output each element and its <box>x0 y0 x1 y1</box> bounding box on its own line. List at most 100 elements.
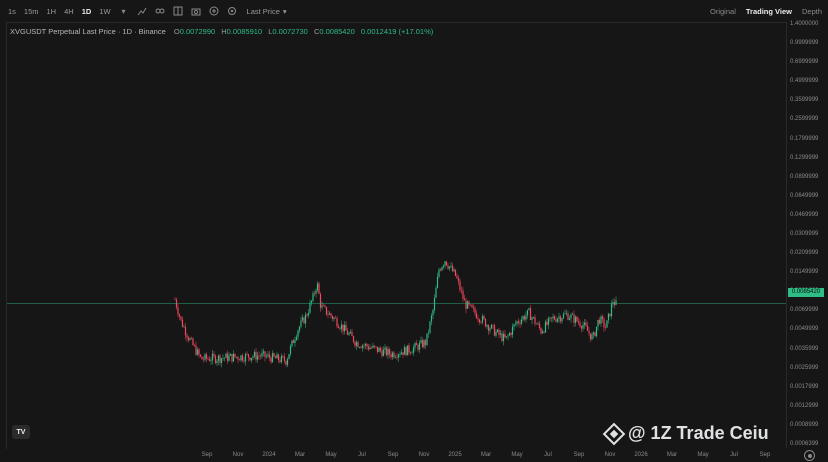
candle-body <box>559 316 562 322</box>
candle-body <box>421 340 424 348</box>
price-axis-label: 0.0017999 <box>790 383 819 390</box>
candle-body <box>615 300 617 305</box>
candle-body <box>249 357 251 361</box>
candle-body <box>223 357 226 359</box>
candle-body <box>331 316 334 319</box>
candle-body <box>316 283 319 291</box>
candle-body <box>456 275 458 279</box>
timeframe-1s[interactable]: 1s <box>4 7 20 16</box>
candle-body <box>502 333 505 342</box>
time-axis-label: May <box>697 452 709 458</box>
time-axis-label: Jul <box>544 452 552 458</box>
tradingview-logo[interactable]: TV <box>12 425 30 439</box>
time-axis-label: Nov <box>418 452 430 458</box>
layout-icon[interactable] <box>172 5 184 17</box>
candle-body <box>460 290 463 291</box>
chart-pane[interactable] <box>6 22 787 449</box>
candle-body <box>607 313 610 321</box>
camera-icon[interactable] <box>190 5 202 17</box>
candle-body <box>423 340 425 348</box>
timeframe-4h[interactable]: 4H <box>60 7 78 16</box>
candle-body <box>412 347 415 353</box>
candle-body <box>202 359 205 360</box>
candle-body <box>288 354 290 360</box>
candle-body <box>498 329 500 335</box>
view-original[interactable]: Original <box>710 7 736 16</box>
timeframe-1h[interactable]: 1H <box>43 7 61 16</box>
candle-body <box>334 317 337 319</box>
candle-body <box>468 301 470 305</box>
candle-body <box>264 351 266 357</box>
watermark-text: @ 1Z Trade Ceiu <box>628 423 769 443</box>
candle-body <box>573 314 575 323</box>
view-trading-view[interactable]: Trading View <box>746 7 792 16</box>
candle-body <box>297 330 299 337</box>
candle-body <box>448 266 451 269</box>
candle-body <box>466 301 469 309</box>
candle-body <box>438 269 440 277</box>
candle-body <box>526 309 529 316</box>
candle-body <box>379 347 382 351</box>
candle-body <box>195 345 197 355</box>
high-value: 0.0085910 <box>226 27 263 36</box>
candle-body <box>184 326 187 336</box>
candle-body <box>325 306 328 315</box>
candle-body <box>594 332 596 337</box>
time-axis-label: Sep <box>573 452 585 458</box>
candle-body <box>574 316 577 323</box>
candle-body <box>552 316 554 319</box>
view-depth[interactable]: Depth <box>802 7 822 16</box>
candle-body <box>349 331 352 334</box>
close-value: 0.0085420 <box>319 27 355 36</box>
timeframe-15m[interactable]: 15m <box>20 7 43 16</box>
candle-body <box>199 354 202 357</box>
candle-body <box>585 322 587 326</box>
candle-body <box>490 324 493 329</box>
candle-body <box>310 300 313 303</box>
view-switcher: Original Trading View Depth <box>710 0 822 22</box>
timeframe-1w[interactable]: 1W <box>95 7 114 16</box>
settings-icon[interactable] <box>226 5 238 17</box>
price-axis-label: 1.4000000 <box>790 21 819 27</box>
candle-body <box>240 355 242 361</box>
candle-body <box>493 325 496 336</box>
candle-body <box>543 331 545 333</box>
candle-body <box>381 350 383 357</box>
candle-body <box>403 347 406 355</box>
candle-body <box>436 276 439 289</box>
candle-body <box>604 327 607 329</box>
time-axis-label: Jul <box>730 452 738 458</box>
candle-body <box>507 335 509 337</box>
price-axis-label: 0.2599999 <box>790 116 819 123</box>
candle-body <box>369 347 371 350</box>
candle-body <box>409 352 412 354</box>
candle-body <box>426 333 428 346</box>
compare-icon[interactable] <box>154 5 166 17</box>
candle-body <box>414 343 416 348</box>
price-axis-label: 0.0309999 <box>790 231 819 237</box>
timeframe-dropdown-icon[interactable]: ▾ <box>118 5 130 17</box>
candle-body <box>609 313 611 317</box>
candle-body <box>520 319 523 324</box>
price-axis-label: 0.0899999 <box>790 173 819 180</box>
candle-body <box>259 355 262 357</box>
candle-body <box>375 346 377 348</box>
indicators-icon[interactable] <box>136 5 148 17</box>
price-axis-label: 0.6999999 <box>790 59 819 66</box>
candle-body <box>435 288 437 298</box>
add-alert-icon[interactable] <box>208 5 220 17</box>
axis-settings-icon[interactable] <box>804 450 815 461</box>
candle-body <box>307 312 310 316</box>
change-value: 0.0012419 (+17.01%) <box>360 27 434 36</box>
price-axis-label: 0.1299999 <box>790 154 819 161</box>
candle-body <box>253 351 256 357</box>
candle-body <box>405 347 407 356</box>
price-source-select[interactable]: Last Price ▾ <box>247 7 287 16</box>
candle-body <box>205 354 208 359</box>
candle-body <box>207 358 209 360</box>
timeframe-1d[interactable]: 1D <box>78 7 96 16</box>
time-axis-label: May <box>511 452 523 458</box>
candle-body <box>417 345 419 350</box>
price-axis-label: 0.0049999 <box>790 326 819 333</box>
candle-body <box>528 308 530 310</box>
